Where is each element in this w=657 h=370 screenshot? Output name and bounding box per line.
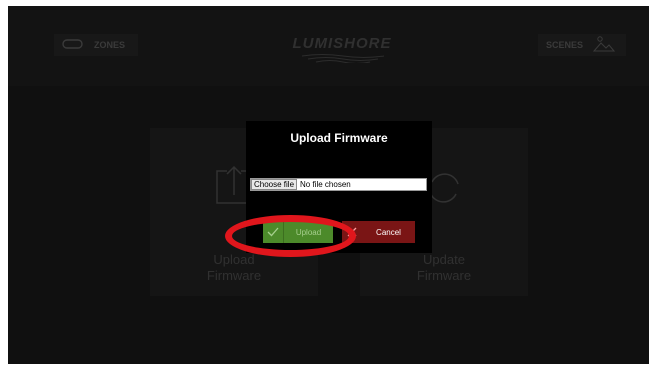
file-status-text: No file chosen [300, 180, 351, 189]
app-screen: ZONES LUMISHORE SCENES Upload Firmware U… [8, 6, 649, 364]
file-input[interactable]: Choose file No file chosen [250, 178, 427, 191]
cancel-button-label: Cancel [376, 227, 401, 237]
choose-file-button[interactable]: Choose file [251, 179, 298, 190]
highlight-circle [225, 215, 356, 257]
dialog-title: Upload Firmware [290, 131, 388, 145]
